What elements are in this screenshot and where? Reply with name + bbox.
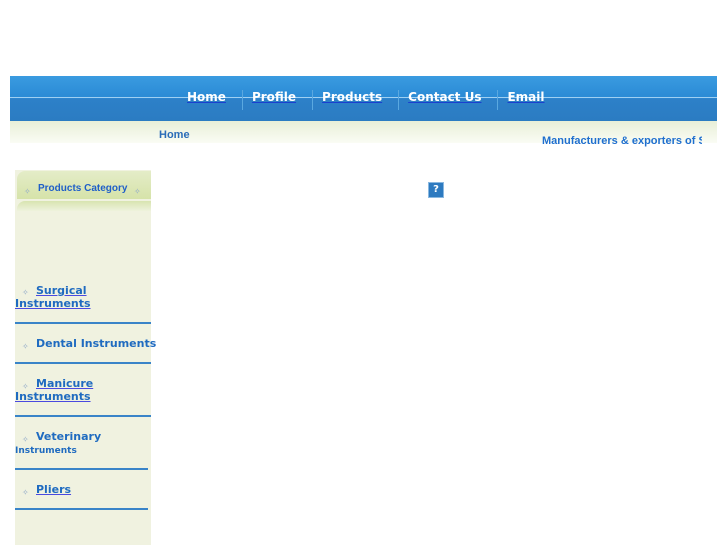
breadcrumb[interactable]: Home: [159, 129, 190, 141]
separator: [15, 362, 151, 364]
sidebar-label: Veterinary: [36, 430, 102, 443]
bullet-icon: ✧: [22, 488, 29, 497]
tagline-marquee: Manufacturers & exporters of Surgical: [542, 135, 702, 147]
sidebar-link[interactable]: Instruments: [15, 390, 91, 403]
sidebar-item-veterinary[interactable]: Veterinary Instruments: [15, 430, 101, 458]
sidebar-label: Instruments: [15, 446, 77, 456]
sidebar-item-surgical[interactable]: Surgical Instruments: [15, 284, 91, 310]
sidebar-item-pliers[interactable]: Pliers: [36, 483, 71, 496]
separator: [15, 468, 148, 470]
nav-products[interactable]: Products: [313, 90, 400, 110]
main-nav: Home Profile Products Contact Us Email: [10, 76, 717, 121]
nav-home[interactable]: Home: [178, 90, 243, 110]
help-icon[interactable]: ?: [428, 182, 444, 198]
sidebar-link[interactable]: Surgical: [36, 284, 87, 297]
sidebar-link[interactable]: Manicure: [36, 377, 93, 390]
sidebar-item-manicure[interactable]: Manicure Instruments: [15, 377, 93, 403]
bullet-icon: ✧: [134, 187, 141, 196]
nav-email[interactable]: Email: [498, 90, 560, 110]
sidebar-link[interactable]: Instruments: [15, 297, 91, 310]
bullet-icon: ✧: [24, 187, 31, 196]
separator: [15, 415, 151, 417]
sidebar-title: Products Category: [38, 183, 128, 194]
nav-profile[interactable]: Profile: [243, 90, 314, 110]
sidebar-header-bottom: [17, 201, 151, 211]
bullet-icon: ✧: [22, 342, 29, 351]
sidebar-link[interactable]: Pliers: [36, 483, 71, 496]
sidebar-item-dental[interactable]: Dental Instruments: [36, 337, 156, 350]
separator: [15, 322, 151, 324]
nav-contact-us[interactable]: Contact Us: [399, 90, 499, 110]
separator: [15, 508, 148, 510]
